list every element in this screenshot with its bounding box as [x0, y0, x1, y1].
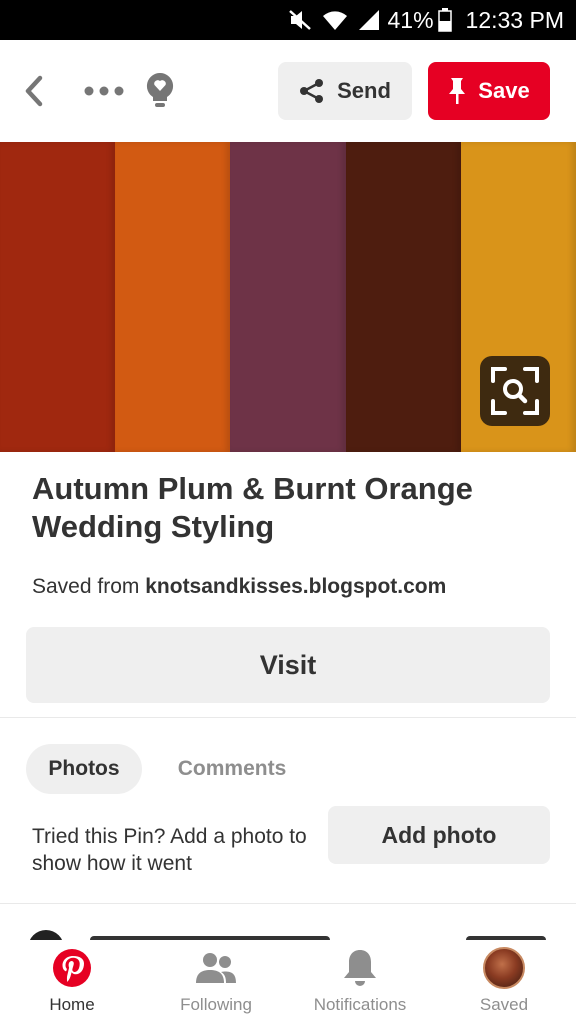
nav-notifications[interactable]: Notifications — [288, 940, 432, 1024]
tab-photos[interactable]: Photos — [26, 744, 142, 794]
nav-home[interactable]: Home — [0, 940, 144, 1024]
battery-percent: 41% — [387, 6, 434, 33]
nav-label: Notifications — [313, 995, 407, 1014]
color-swatch — [230, 142, 346, 452]
wifi-icon — [322, 9, 348, 31]
divider — [0, 903, 576, 904]
pin-image[interactable] — [0, 142, 576, 452]
send-label: Send — [337, 78, 391, 103]
pin-source[interactable]: Saved from knotsandkisses.blogspot.com — [32, 575, 446, 599]
profile-avatar-wrap — [482, 946, 526, 990]
visual-search-icon[interactable] — [480, 356, 550, 426]
pin-toolbar: Send Save — [0, 40, 576, 142]
clock: 12:33 PM — [465, 6, 564, 33]
status-bar: 41% 12:33 PM — [0, 0, 576, 40]
send-button[interactable]: Send — [278, 62, 412, 120]
pin-icon — [448, 77, 466, 105]
source-prefix: Saved from — [32, 575, 140, 598]
nav-label: Home — [49, 995, 95, 1014]
color-swatch — [345, 142, 461, 452]
nav-label: Saved — [479, 995, 529, 1014]
signal-icon — [358, 9, 380, 31]
share-icon — [299, 78, 325, 104]
back-icon[interactable] — [18, 71, 50, 111]
people-icon — [194, 946, 238, 990]
divider — [0, 717, 576, 718]
save-button[interactable]: Save — [428, 62, 550, 120]
battery-icon — [437, 8, 452, 32]
save-label: Save — [478, 78, 530, 103]
color-swatch — [0, 142, 116, 452]
lightbulb-icon[interactable] — [140, 68, 180, 112]
more-icon[interactable] — [80, 71, 128, 111]
color-swatch — [115, 142, 231, 452]
visit-button[interactable]: Visit — [26, 627, 550, 703]
pinterest-logo-icon — [50, 946, 94, 990]
add-photo-button[interactable]: Add photo — [328, 806, 550, 864]
profile-avatar — [483, 947, 525, 989]
nav-saved[interactable]: Saved — [432, 940, 576, 1024]
mute-icon — [288, 9, 312, 31]
nav-following[interactable]: Following — [144, 940, 288, 1024]
tried-pin-prompt: Tried this Pin? Add a photo to show how … — [32, 825, 307, 875]
source-domain[interactable]: knotsandkisses.blogspot.com — [145, 575, 446, 598]
bell-icon — [338, 946, 382, 990]
bottom-nav: Home Following Notifications Saved — [0, 940, 576, 1024]
pin-title: Autumn Plum & Burnt Orange Wedding Styli… — [32, 471, 473, 544]
tab-comments[interactable]: Comments — [162, 744, 302, 794]
nav-label: Following — [180, 995, 252, 1014]
